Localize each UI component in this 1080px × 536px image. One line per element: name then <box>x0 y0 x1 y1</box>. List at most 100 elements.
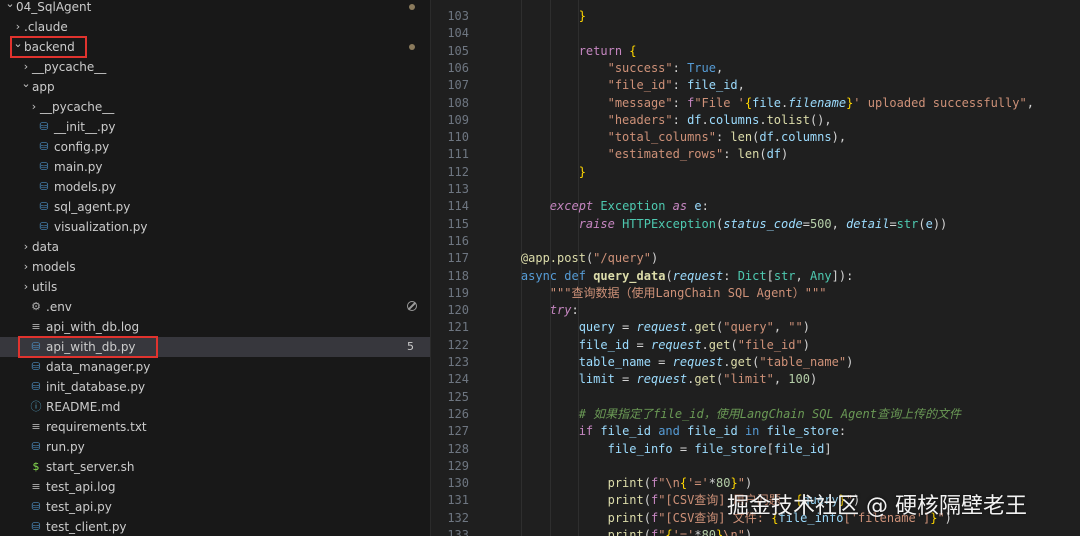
code-line[interactable]: 105 return { <box>431 43 1080 60</box>
code-line[interactable]: 111 "estimated_rows": len(df) <box>431 146 1080 163</box>
tree-item-folder-claude[interactable]: › .claude <box>0 17 430 37</box>
tree-item-file-readme-md[interactable]: ⓘ README.md <box>0 397 430 417</box>
code-line[interactable]: 106 "success": True, <box>431 60 1080 77</box>
tree-item-folder-04-sqlagent[interactable]: ⌄ 04_SqlAgent <box>0 0 430 17</box>
code-line[interactable]: 121 query = request.get("query", "") <box>431 319 1080 336</box>
code-text: limit = request.get("limit", 100) <box>578 372 818 387</box>
tree-item-file-env[interactable]: ⚙ .env <box>0 297 430 317</box>
line-number: 120 <box>447 303 469 318</box>
watermark: 掘金技术社区 @ 硬核隔壁老王 <box>727 494 1027 519</box>
tree-item-file-init-database-py[interactable]: ⛁ init_database.py <box>0 377 430 397</box>
tree-item-file-sql-agent-py[interactable]: ⛁ sql_agent.py <box>0 197 430 217</box>
info-icon: ⓘ <box>30 400 42 413</box>
chevron-down-icon[interactable]: ⌄ <box>20 74 32 94</box>
tree-item-file-test-client-py[interactable]: ⛁ test_client.py <box>0 517 430 536</box>
line-number: 104 <box>447 26 469 41</box>
code-line[interactable]: 110 "total_columns": len(df.columns), <box>431 129 1080 146</box>
tree-item-folder-models[interactable]: › models <box>0 257 430 277</box>
tree-item-label: models.py <box>54 180 117 194</box>
tree-item-folder-data[interactable]: › data <box>0 237 430 257</box>
tree-item-file-run-py[interactable]: ⛁ run.py <box>0 437 430 457</box>
code-line[interactable]: 103 } <box>431 8 1080 25</box>
code-line[interactable]: 118 async def query_data(request: Dict[s… <box>431 268 1080 285</box>
log-file-icon: ≡ <box>31 320 41 333</box>
code-text: @app.post("/query") <box>520 251 659 266</box>
code-line[interactable]: 119 """查询数据（使用LangChain SQL Agent）""" <box>431 285 1080 302</box>
chevron-right-icon[interactable]: › <box>20 257 32 277</box>
line-number: 126 <box>447 406 469 421</box>
code-line[interactable]: 126 # 如果指定了file_id，使用LangChain SQL Agent… <box>431 406 1080 423</box>
code-line[interactable]: 107 "file_id": file_id, <box>431 77 1080 94</box>
code-line[interactable]: 114 except Exception as e: <box>431 198 1080 215</box>
code-text: async def query_data(request: Dict[str, … <box>520 268 854 283</box>
line-number: 132 <box>447 510 469 525</box>
code-line[interactable]: 115 raise HTTPException(status_code=500,… <box>431 216 1080 233</box>
annotation-highlight-box <box>18 336 158 358</box>
code-text: "message": f"File '{file.filename}' uplo… <box>607 95 1034 110</box>
code-text: "estimated_rows": len(df) <box>607 147 789 162</box>
tree-item-file-requirements-txt[interactable]: ≡ requirements.txt <box>0 417 430 437</box>
tree-item-folder-app[interactable]: ⌄ app <box>0 77 430 97</box>
tree-item-file-init-py[interactable]: ⛁ __init__.py <box>0 117 430 137</box>
chevron-down-icon[interactable]: ⌄ <box>4 0 16 14</box>
explorer-panel: ⌄ 04_SqlAgent › .claude ⌄ backend › __pycache__… <box>0 0 431 536</box>
tree-item-file-config-py[interactable]: ⛁ config.py <box>0 137 430 157</box>
tree-item-label: .claude <box>24 20 68 34</box>
code-line[interactable]: 112 } <box>431 164 1080 181</box>
line-number: 133 <box>447 528 469 536</box>
tree-item-file-visualization-py[interactable]: ⛁ visualization.py <box>0 217 430 237</box>
code-line[interactable]: 109 "headers": df.columns.tolist(), <box>431 112 1080 129</box>
tree-item-label: config.py <box>54 140 110 154</box>
code-editor[interactable]: 103 } 104 105 return {106 "success": True,… <box>431 0 1080 536</box>
line-number: 109 <box>447 112 469 127</box>
code-line[interactable]: 133 print(f"{'='*80}\n") <box>431 527 1080 536</box>
tree-item-folder-utils[interactable]: › utils <box>0 277 430 297</box>
tree-item-file-test-api-py[interactable]: ⛁ test_api.py <box>0 497 430 517</box>
chevron-right-icon[interactable]: › <box>20 237 32 257</box>
python-file-icon: ⛁ <box>39 160 49 173</box>
code-line[interactable]: 128 file_info = file_store[file_id] <box>431 441 1080 458</box>
code-line[interactable]: 117 @app.post("/query") <box>431 250 1080 267</box>
line-number: 119 <box>447 285 469 300</box>
code-text: try: <box>549 303 579 318</box>
tree-item-file-api-with-db-log[interactable]: ≡ api_with_db.log <box>0 317 430 337</box>
line-number: 131 <box>447 493 469 508</box>
modified-dot-icon <box>409 4 415 10</box>
code-line[interactable]: 113 <box>431 181 1080 198</box>
line-number: 116 <box>447 233 469 248</box>
tree-item-file-start-server-sh[interactable]: $ start_server.sh <box>0 457 430 477</box>
modified-dot-icon <box>409 44 415 50</box>
code-line[interactable]: 120 try: <box>431 302 1080 319</box>
code-text: "file_id": file_id, <box>607 78 745 93</box>
tree-item-folder-pycache[interactable]: › __pycache__ <box>0 57 430 77</box>
python-file-icon: ⛁ <box>39 180 49 193</box>
tree-item-file-data-manager-py[interactable]: ⛁ data_manager.py <box>0 357 430 377</box>
python-file-icon: ⛁ <box>31 520 41 533</box>
tree-item-folder-app-pycache[interactable]: › __pycache__ <box>0 97 430 117</box>
code-line[interactable]: 125 <box>431 389 1080 406</box>
line-number: 108 <box>447 95 469 110</box>
line-number: 123 <box>447 355 469 369</box>
code-line[interactable]: 122 file_id = request.get("file_id") <box>431 337 1080 354</box>
tree-item-label: init_database.py <box>46 380 146 394</box>
code-line[interactable]: 129 <box>431 458 1080 475</box>
code-line[interactable]: 116 <box>431 233 1080 250</box>
code-line[interactable]: 104 <box>431 25 1080 42</box>
chevron-right-icon[interactable]: › <box>28 97 40 117</box>
code-text: "success": True, <box>607 60 724 75</box>
tree-item-label: README.md <box>46 400 121 414</box>
code-line[interactable]: 127 if file_id and file_id in file_store… <box>431 423 1080 440</box>
code-text: raise HTTPException(status_code=500, det… <box>578 216 948 231</box>
tree-item-file-test-api-log[interactable]: ≡ test_api.log <box>0 477 430 497</box>
code-text: print(f"{'='*80}\n") <box>607 528 753 536</box>
code-text: "total_columns": len(df.columns), <box>607 130 847 145</box>
chevron-right-icon[interactable]: › <box>20 277 32 297</box>
tree-item-file-models-py[interactable]: ⛁ models.py <box>0 177 430 197</box>
tree-item-file-main-py[interactable]: ⛁ main.py <box>0 157 430 177</box>
line-number: 124 <box>447 372 469 387</box>
code-line[interactable]: 123 table_name = request.get("table_name… <box>431 354 1080 371</box>
code-line[interactable]: 124 limit = request.get("limit", 100) <box>431 371 1080 388</box>
tree-item-label: utils <box>32 280 58 294</box>
code-line[interactable]: 108 "message": f"File '{file.filename}' … <box>431 95 1080 112</box>
python-file-icon: ⛁ <box>39 220 49 233</box>
